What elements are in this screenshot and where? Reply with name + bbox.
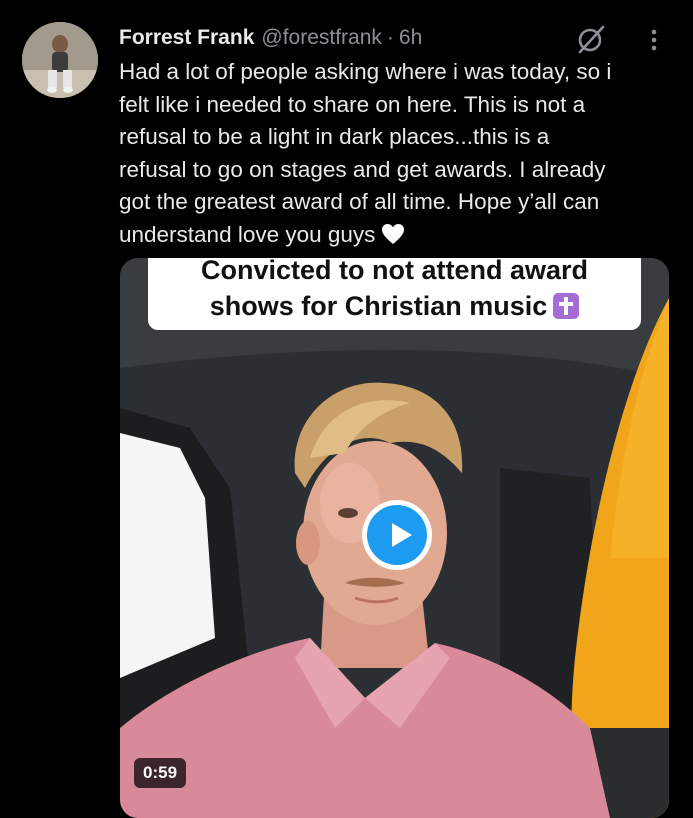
tweet-text: Had a lot of people asking where i was t…	[119, 56, 664, 255]
tweet-text-line: refusal to go on stages and get awards. …	[119, 156, 606, 182]
video-caption: Convicted to not attend award shows for …	[148, 258, 641, 330]
video-player[interactable]: Convicted to not attend award shows for …	[120, 258, 669, 818]
tweet-timestamp[interactable]: 6h	[399, 26, 422, 50]
avatar-photo	[22, 22, 98, 98]
tweet-header: Forrest Frank @forestfrank · 6h	[119, 24, 422, 52]
white-heart-icon	[381, 222, 405, 255]
tweet-text-line: Had a lot of people asking where i was t…	[119, 59, 612, 84]
author-name[interactable]: Forrest Frank	[119, 26, 254, 50]
caption-line: shows for Christian music	[209, 291, 548, 321]
caption-line: Convicted to not attend award	[200, 258, 589, 285]
tweet-text-line: understand love you guys	[119, 221, 376, 247]
tweet-text-line: got the greatest award of all time. Hope…	[119, 189, 600, 215]
play-icon	[367, 505, 427, 565]
play-button[interactable]	[362, 500, 432, 570]
author-handle[interactable]: @forestfrank	[261, 26, 382, 50]
more-icon[interactable]	[642, 26, 666, 54]
latin-cross-icon	[553, 293, 580, 319]
tweet[interactable]: Forrest Frank @forestfrank · 6h Had a lo…	[0, 0, 693, 818]
video-duration: 0:59	[134, 758, 187, 788]
tweet-text-line-last: understand love you guys	[119, 219, 664, 255]
caption-line-2: shows for Christian music	[148, 288, 641, 324]
grok-icon[interactable]	[574, 22, 608, 56]
separator-dot: ·	[386, 26, 394, 49]
tweet-text-line: felt like i needed to share on here. Thi…	[119, 91, 586, 117]
tweet-text-line: refusal to be a light in dark places...t…	[119, 124, 550, 150]
avatar[interactable]	[22, 22, 98, 98]
